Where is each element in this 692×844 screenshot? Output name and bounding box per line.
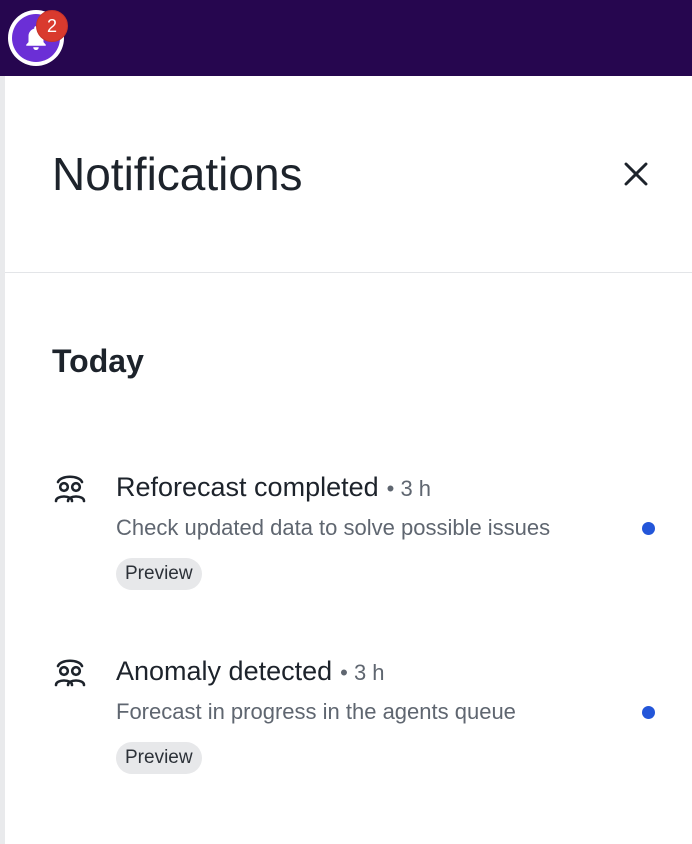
close-button[interactable]: [614, 152, 658, 196]
notification-title: Anomaly detected: [116, 656, 333, 686]
notification-item[interactable]: Anomaly detected • 3 h Forecast in progre…: [0, 652, 692, 792]
notification-description: Forecast in progress in the agents queue: [116, 699, 516, 724]
header-divider: [5, 272, 692, 273]
notification-title-row: Reforecast completed • 3 h: [116, 470, 431, 506]
top-bar: 2: [0, 0, 692, 76]
notification-count-badge: 2: [36, 10, 68, 42]
notification-title: Reforecast completed: [116, 472, 379, 502]
section-title-today: Today: [52, 343, 144, 379]
unread-indicator: [642, 706, 655, 719]
notification-item[interactable]: Reforecast completed • 3 h Check updated …: [0, 468, 692, 608]
notification-title-row: Anomaly detected • 3 h: [116, 654, 385, 690]
team-icon: [54, 659, 86, 687]
notification-description: Check updated data to solve possible iss…: [116, 515, 551, 540]
panel-title: Notifications: [52, 148, 303, 200]
preview-tag: Preview: [116, 742, 202, 774]
notification-time: • 3 h: [340, 660, 385, 685]
notifications-panel: Notifications Today Reforecast completed…: [0, 76, 692, 844]
close-icon: [624, 162, 648, 186]
preview-tag: Preview: [116, 558, 202, 590]
team-icon: [54, 475, 86, 503]
notification-time: • 3 h: [386, 476, 432, 501]
unread-indicator: [642, 522, 655, 535]
